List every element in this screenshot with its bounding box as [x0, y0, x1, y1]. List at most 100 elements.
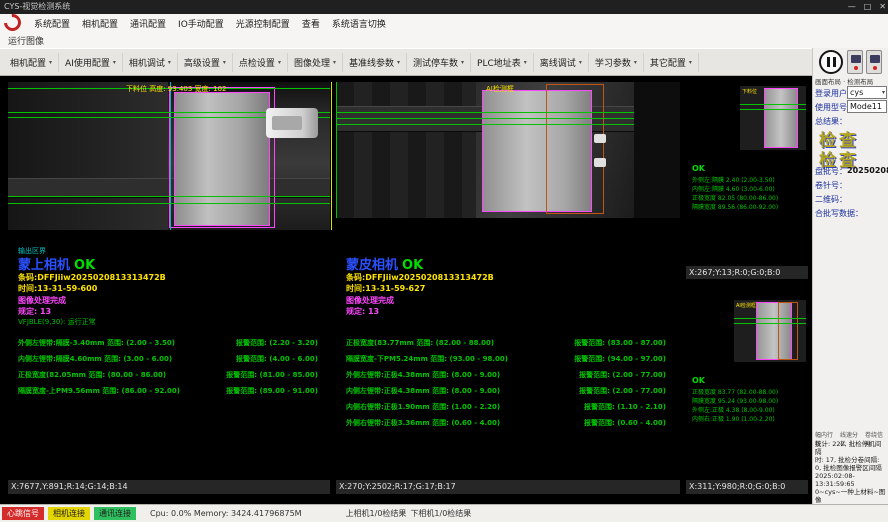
- ok-status: OK: [74, 258, 95, 273]
- photo-overlay-label: 下料位 高度: 93.403 宽度: 102: [126, 84, 226, 94]
- toolbar-tab-plc-address[interactable]: PLC地址表▾: [471, 53, 534, 72]
- preview-thumb: AI检测框: [734, 300, 806, 362]
- toolbar: 相机配置▾ AI使用配置▾ 相机调试▾ 高级设置▾ 点检设置▾ 图像处理▾ 基准…: [0, 48, 812, 76]
- ai-detect-frame: [778, 302, 798, 360]
- menu-item-system-config[interactable]: 系统配置: [28, 17, 76, 30]
- preview-camera-2[interactable]: AI检测框 OK 正极宽度 83.77 (82.00-88.00) 隔膜宽度 9…: [686, 288, 808, 476]
- cursor-status-preview-2: X:311;Y:980;R:0;G:0;B:0: [686, 480, 808, 494]
- camera-name: 蒙上相机: [18, 258, 70, 273]
- camera-image-left[interactable]: 下料位 高度: 93.403 宽度: 102: [8, 82, 330, 230]
- measurement-row: 外侧右锂带:正极3.36mm 范围: (0.60 - 4.00)报警范围: (0…: [346, 418, 666, 428]
- camera-toggle-button-2[interactable]: [866, 50, 882, 74]
- toolbar-tab-learning-params[interactable]: 学习参数▾: [589, 53, 644, 72]
- toolbar-tab-baseline-params[interactable]: 基准线参数▾: [343, 53, 407, 72]
- result-line-right: 蒙皮相机 OK: [346, 254, 423, 273]
- count-text: 规定: 13: [18, 306, 51, 317]
- toolbar-tab-other-config[interactable]: 其它配置▾: [644, 53, 699, 72]
- toolbar-tab-ai-config[interactable]: AI使用配置▾: [59, 53, 123, 72]
- measure-line: [8, 196, 330, 197]
- chevron-down-icon: ▾: [49, 59, 52, 66]
- qr-label: 二维码：: [815, 194, 847, 205]
- toolbar-tab-advanced[interactable]: 高级设置▾: [178, 53, 233, 72]
- app-window: CYS-视觉检测系统 — □ ✕ 系统配置 相机配置 通讯配置 IO手动配置 光…: [0, 0, 888, 522]
- product-region: [764, 88, 798, 148]
- toolbar-tab-spot-check[interactable]: 点检设置▾: [233, 53, 288, 72]
- chevron-down-icon: ▾: [333, 59, 336, 66]
- toolbar-tab-image-process[interactable]: 图像处理▾: [288, 53, 343, 72]
- barcode-text: 条码:DFFJiiw2025020813313472B: [18, 272, 166, 283]
- menu-item-view[interactable]: 查看: [296, 17, 326, 30]
- cursor-status-left: X:7677,Y:891;R:14;G:14;B:14: [8, 480, 330, 494]
- preview-camera-1[interactable]: 下料位 OK 外侧左:隔膜 2.40 (2.00-3.50) 内侧左:隔膜 4.…: [686, 76, 808, 266]
- preview-thumb: 下料位: [740, 86, 806, 150]
- measurement-row: 隔膜宽度-下PM5.24mm 范围: (93.00 - 98.00)报警范围: …: [346, 354, 666, 364]
- barcode-text: 条码:DFFJiiw2025020813313472B: [346, 272, 494, 283]
- camera-icon: [870, 55, 880, 63]
- chevron-down-icon: ▾: [579, 59, 582, 66]
- menu-item-comm-config[interactable]: 通讯配置: [124, 17, 172, 30]
- measure-line: [734, 323, 806, 324]
- lower-camera-result-text: 下相机1/0检结果: [410, 508, 471, 519]
- window-title: CYS-视觉检测系统: [4, 2, 70, 11]
- ok-status: OK: [402, 258, 423, 273]
- pause-icon: [827, 57, 830, 67]
- machine-shadow: [634, 82, 680, 218]
- ai-detect-frame: [546, 84, 604, 214]
- chevron-down-icon: ▾: [461, 59, 464, 66]
- chevron-down-icon: ▾: [113, 59, 116, 66]
- thumb-overlay-label: 下料位: [742, 88, 757, 95]
- chevron-down-icon: ▾: [168, 59, 171, 66]
- toolbar-tab-camera-config[interactable]: 相机配置▾: [4, 53, 59, 72]
- measure-line: [740, 109, 806, 110]
- side-panel: 画面布局 · 检测布局 登录用户： cys▾ 使用型号： Mode11 总结果：…: [812, 48, 888, 504]
- reflection-glint: [594, 158, 606, 167]
- window-controls: — □ ✕: [848, 0, 886, 14]
- close-button[interactable]: ✕: [879, 0, 886, 14]
- ok-status: OK: [692, 164, 705, 173]
- toolbar-tab-offline-debug[interactable]: 离线调试▾: [534, 53, 589, 72]
- measurement-row: 正极宽度(82.05mm 范围: (80.00 - 86.00)报警范围: (8…: [18, 370, 318, 380]
- measurement-row: 内侧左锂带:正极4.38mm 范围: (8.00 - 9.00)报警范围: (2…: [346, 386, 666, 396]
- camera-image-right[interactable]: AI检测框: [336, 82, 680, 218]
- merge-label: 合批写数据：: [815, 208, 863, 219]
- measure-line: [734, 318, 806, 319]
- measurement-row: 外侧左锂带:正极4.38mm 范围: (8.00 - 9.00)报警范围: (2…: [346, 370, 666, 380]
- measurement-row: 内侧右锂带:正极1.90mm 范围: (1.00 - 2.20)报警范围: (1…: [346, 402, 666, 412]
- process-done-text: 图像处理完成: [346, 295, 394, 306]
- pause-button[interactable]: [819, 50, 843, 74]
- tab-run-image[interactable]: 运行图像: [8, 34, 44, 47]
- menu-item-language[interactable]: 系统语言切换: [326, 17, 392, 30]
- edge-marker-line: [336, 82, 337, 218]
- camera-toggle-button-1[interactable]: [847, 50, 863, 74]
- stats-block: 统计: 222, 批检停机间隔 时: 17, 批检分卷间隔: 0, 批检图像报警…: [815, 440, 887, 512]
- model-field[interactable]: Mode11: [847, 100, 887, 113]
- maximize-button[interactable]: □: [864, 0, 872, 14]
- login-user-select[interactable]: cys▾: [847, 86, 887, 99]
- chevron-down-icon: ▾: [397, 59, 400, 66]
- menu-item-io-manual[interactable]: IO手动配置: [172, 17, 230, 30]
- batch-label: 盘批号：: [815, 166, 847, 177]
- chevron-down-icon: ▾: [882, 87, 885, 99]
- toolbar-tab-test-stop[interactable]: 测试停车数▾: [407, 53, 471, 72]
- chevron-down-icon: ▾: [689, 59, 692, 66]
- chevron-down-icon: ▾: [634, 59, 637, 66]
- gripper-detail: [272, 116, 302, 130]
- batch-value: 20250208: [847, 166, 888, 175]
- toolbar-tab-camera-debug[interactable]: 相机调试▾: [123, 53, 178, 72]
- camera-name: 蒙皮相机: [346, 258, 398, 273]
- pause-icon: [833, 57, 836, 67]
- menu-item-light-control[interactable]: 光源控制配置: [230, 17, 296, 30]
- menu-item-camera-config[interactable]: 相机配置: [76, 17, 124, 30]
- reel-label: 卷针号：: [815, 180, 847, 191]
- chevron-down-icon: ▾: [223, 59, 226, 66]
- cpu-memory-text: Cpu: 0.0% Memory: 3424.41796875M: [150, 509, 302, 518]
- gripper-part: [266, 108, 318, 138]
- chevron-down-icon: ▾: [278, 59, 281, 66]
- process-done-text: 图像处理完成: [18, 295, 66, 306]
- minimize-button[interactable]: —: [848, 0, 856, 14]
- bottom-status-bar: 心跳信号 相机连接 通讯连接 Cpu: 0.0% Memory: 3424.41…: [0, 504, 888, 522]
- measure-line: [8, 203, 330, 204]
- view-tab-row: 运行图像: [0, 32, 888, 48]
- layout-switcher[interactable]: 画面布局 · 检测布局: [815, 76, 887, 86]
- machine-background: [336, 82, 476, 218]
